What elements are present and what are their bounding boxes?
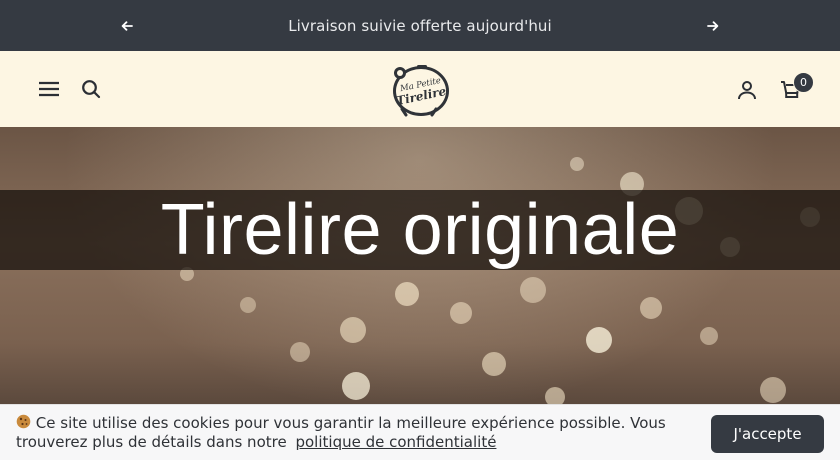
cookie-banner: Ce site utilise des cookies pour vous ga… — [0, 404, 840, 460]
site-header: Ma Petite Tirelire 0 — [0, 51, 840, 127]
bokeh-light — [586, 327, 612, 353]
announcement-text: Livraison suivie offerte aujourd'hui — [288, 16, 552, 35]
bokeh-light — [520, 277, 546, 303]
arrow-right-icon[interactable] — [704, 17, 722, 35]
bokeh-light — [570, 157, 584, 171]
bokeh-light — [342, 372, 370, 400]
account-icon[interactable] — [735, 78, 759, 102]
search-icon[interactable] — [79, 77, 103, 101]
cookie-message: Ce site utilise des cookies pour vous ga… — [16, 414, 686, 452]
bokeh-light — [395, 282, 419, 306]
bokeh-light — [700, 327, 718, 345]
cookie-icon — [16, 414, 31, 429]
hero-title: Tirelire originale — [160, 190, 680, 270]
bokeh-light — [450, 302, 472, 324]
arrow-left-icon[interactable] — [118, 17, 136, 35]
bokeh-light — [482, 352, 506, 376]
privacy-policy-link[interactable]: politique de confidentialité — [295, 433, 496, 451]
menu-icon[interactable] — [37, 77, 61, 101]
bokeh-light — [290, 342, 310, 362]
announcement-bar: Livraison suivie offerte aujourd'hui — [0, 0, 840, 51]
bokeh-light — [640, 297, 662, 319]
bokeh-light — [760, 377, 786, 403]
accept-cookies-button[interactable]: J'accepte — [711, 415, 824, 453]
bokeh-light — [340, 317, 366, 343]
site-logo[interactable]: Ma Petite Tirelire — [388, 59, 452, 119]
bokeh-light — [240, 297, 256, 313]
cart-count-badge[interactable]: 0 — [793, 72, 814, 93]
